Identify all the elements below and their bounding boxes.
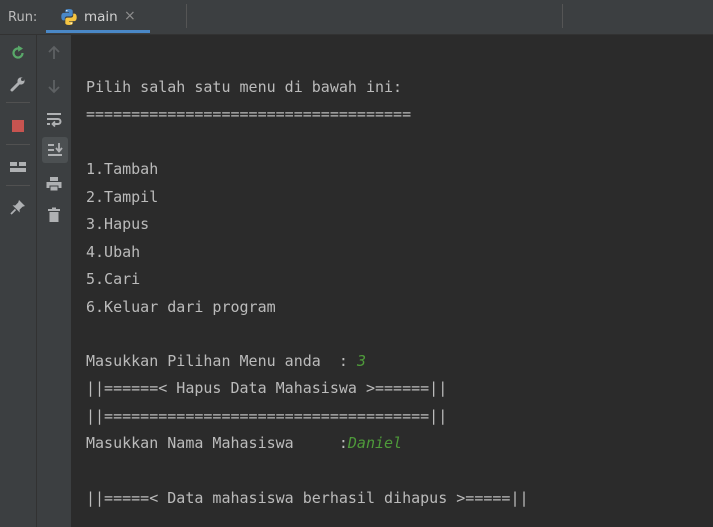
toolbar-divider xyxy=(186,4,187,28)
menu-item: 1.Tambah xyxy=(86,160,159,178)
console-line-partial: ====== xyxy=(86,35,140,41)
print-icon[interactable] xyxy=(42,172,66,196)
menu-divider: ==================================== xyxy=(86,105,412,123)
result-message: ||=====< Data mahasiswa berhasil dihapus… xyxy=(86,489,529,507)
soft-wrap-icon[interactable] xyxy=(42,107,66,131)
active-tab-indicator xyxy=(46,30,150,33)
choice-input-value: 3 xyxy=(356,352,366,370)
toolbar-divider xyxy=(6,102,30,103)
toolbar-divider xyxy=(6,144,30,145)
menu-prompt: Pilih salah satu menu di bawah ini: xyxy=(86,78,403,96)
menu-item: 6.Keluar dari program xyxy=(86,298,276,316)
down-arrow-icon[interactable] xyxy=(42,74,66,98)
name-line: Masukkan Nama Mahasiswa :Daniel xyxy=(86,433,402,453)
run-actions-toolbar xyxy=(0,35,37,527)
toolbar-divider xyxy=(6,185,30,186)
console-output[interactable]: ====== Pilih salah satu menu di bawah in… xyxy=(72,35,713,527)
close-icon[interactable]: × xyxy=(124,8,136,24)
menu-item: 5.Cari xyxy=(86,270,141,288)
pin-icon[interactable] xyxy=(6,195,30,219)
up-arrow-icon[interactable] xyxy=(42,41,66,65)
choice-line: Masukkan Pilihan Menu anda : 3 xyxy=(86,351,366,371)
name-input-value: Daniel xyxy=(347,434,403,452)
hapus-header: ||======< Hapus Data Mahasiswa >======|| xyxy=(86,379,448,397)
stop-icon[interactable] xyxy=(6,114,30,138)
rerun-icon[interactable] xyxy=(6,41,30,65)
tab-main[interactable]: main × xyxy=(46,0,150,34)
toolbar-divider xyxy=(562,4,563,28)
menu-item: 4.Ubah xyxy=(86,243,141,261)
name-prompt: Masukkan Nama Mahasiswa : xyxy=(86,434,348,452)
console-actions-toolbar xyxy=(37,35,72,527)
tab-title: main xyxy=(84,9,118,25)
run-label: Run: xyxy=(8,10,38,25)
trash-icon[interactable] xyxy=(42,203,66,227)
settings-wrench-icon[interactable] xyxy=(6,72,30,96)
hapus-divider: ||====================================|| xyxy=(86,407,448,425)
menu-item: 2.Tampil xyxy=(86,188,159,206)
menu-item: 3.Hapus xyxy=(86,215,150,233)
scroll-to-end-icon[interactable] xyxy=(42,137,68,163)
choice-prompt: Masukkan Pilihan Menu anda : xyxy=(86,352,357,370)
python-icon xyxy=(60,8,78,26)
run-toolbar: Run: main × xyxy=(0,0,713,35)
layout-icon[interactable] xyxy=(6,155,30,179)
